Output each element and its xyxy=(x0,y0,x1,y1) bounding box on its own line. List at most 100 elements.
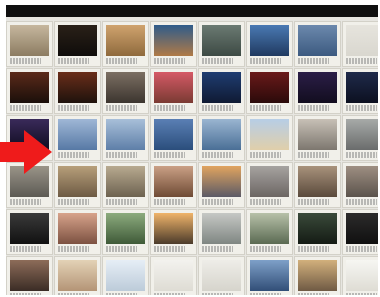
slide-caption xyxy=(298,198,330,205)
photo-slide xyxy=(6,256,53,295)
slide-caption xyxy=(202,198,234,205)
photo-slide xyxy=(342,209,378,255)
slide-photo xyxy=(298,166,337,197)
slide-caption xyxy=(106,198,138,205)
top-dark-strip xyxy=(6,5,378,17)
photo-slide xyxy=(342,21,378,67)
slide-photo xyxy=(298,119,337,150)
slide-caption xyxy=(346,57,378,64)
slide-caption xyxy=(154,198,186,205)
photo-slide xyxy=(198,68,245,114)
photo-slide xyxy=(6,209,53,255)
slide-caption xyxy=(298,292,330,295)
slide-caption xyxy=(346,104,378,111)
slide-photo xyxy=(10,260,49,291)
slide-photo xyxy=(202,213,241,244)
slide-caption xyxy=(10,198,42,205)
slide-caption xyxy=(106,104,138,111)
slide-photo xyxy=(202,72,241,103)
slide-caption xyxy=(346,292,378,295)
photo-slide xyxy=(294,115,341,161)
slide-photo xyxy=(58,25,97,56)
slide-caption xyxy=(298,57,330,64)
slide-photo xyxy=(154,166,193,197)
slide-caption xyxy=(250,292,282,295)
photo-slide xyxy=(342,115,378,161)
slide-photo xyxy=(250,213,289,244)
photo-slide xyxy=(54,162,101,208)
slide-caption xyxy=(346,245,378,252)
slide-caption xyxy=(202,57,234,64)
photo-slide xyxy=(54,256,101,295)
photo-slide xyxy=(342,68,378,114)
slide-photo xyxy=(250,166,289,197)
slide-photo xyxy=(106,260,145,291)
slide-photo xyxy=(106,166,145,197)
slide-caption xyxy=(10,292,42,295)
photo-slide xyxy=(54,68,101,114)
slide-caption xyxy=(250,104,282,111)
photo-slide xyxy=(6,68,53,114)
slide-photo xyxy=(106,119,145,150)
photo-slide xyxy=(198,162,245,208)
photo-slide xyxy=(150,209,197,255)
slide-photo xyxy=(202,166,241,197)
slide-photo xyxy=(250,119,289,150)
slide-caption xyxy=(106,245,138,252)
photo-slide xyxy=(198,115,245,161)
right-arrow-icon xyxy=(0,130,52,174)
photo-slide xyxy=(54,209,101,255)
slide-photo xyxy=(298,72,337,103)
slide-caption xyxy=(58,151,90,158)
slide-caption xyxy=(154,57,186,64)
photo-slide xyxy=(6,21,53,67)
photo-slide xyxy=(342,256,378,295)
slide-photo xyxy=(154,72,193,103)
photo-slide xyxy=(342,162,378,208)
slide-photo xyxy=(346,213,378,244)
slide-caption xyxy=(298,104,330,111)
slide-caption xyxy=(10,245,42,252)
photo-slide xyxy=(150,256,197,295)
slide-caption xyxy=(154,104,186,111)
slide-caption xyxy=(106,292,138,295)
slide-photo xyxy=(250,260,289,291)
slide-photo xyxy=(346,119,378,150)
photo-slide xyxy=(246,256,293,295)
photo-slide xyxy=(246,115,293,161)
slide-caption xyxy=(298,245,330,252)
slide-caption xyxy=(346,198,378,205)
photo-slide xyxy=(246,21,293,67)
slide-photo xyxy=(154,119,193,150)
photo-slide xyxy=(102,162,149,208)
slide-caption xyxy=(202,292,234,295)
slide-caption xyxy=(58,57,90,64)
photo-slide xyxy=(102,256,149,295)
slide-photo xyxy=(10,25,49,56)
contact-sheet xyxy=(6,5,378,295)
slide-photo xyxy=(202,119,241,150)
slide-caption xyxy=(250,245,282,252)
slide-photo xyxy=(202,260,241,291)
slide-photo xyxy=(202,25,241,56)
slide-caption xyxy=(202,245,234,252)
photo-slide xyxy=(54,21,101,67)
photo-slide xyxy=(150,21,197,67)
photo-slide xyxy=(150,162,197,208)
photo-slide xyxy=(102,21,149,67)
photo-slide xyxy=(294,209,341,255)
slide-photo xyxy=(58,119,97,150)
slide-photo xyxy=(154,25,193,56)
slide-caption xyxy=(10,104,42,111)
slide-photo xyxy=(58,72,97,103)
slide-caption xyxy=(250,198,282,205)
slide-caption xyxy=(154,151,186,158)
slide-photo xyxy=(154,213,193,244)
slide-caption xyxy=(202,104,234,111)
slide-photo xyxy=(10,213,49,244)
photo-slide xyxy=(246,68,293,114)
slide-photo xyxy=(346,166,378,197)
slide-caption xyxy=(106,57,138,64)
slide-caption xyxy=(10,57,42,64)
photo-slide xyxy=(294,256,341,295)
